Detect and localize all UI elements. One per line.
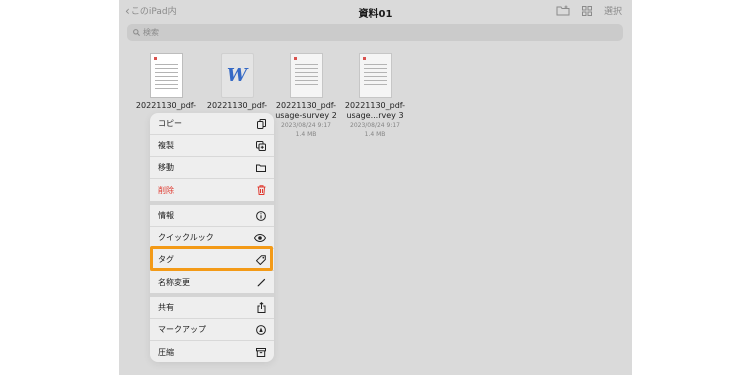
file-name: 20221130_pdf-usage...rvey 3 <box>344 101 406 120</box>
menu-item-copy[interactable]: コピー <box>150 113 274 135</box>
archive-icon <box>256 347 266 357</box>
tag-icon <box>256 254 266 265</box>
word-document-icon: W <box>220 53 254 98</box>
duplicate-icon <box>256 140 266 151</box>
file-item[interactable]: 20221130_pdf-usage-survey 2 2023/08/24 9… <box>266 53 346 139</box>
file-size: 1.4 MB <box>295 131 317 138</box>
search-icon <box>133 29 140 36</box>
share-icon <box>257 302 266 313</box>
file-date: 2023/08/24 9:17 <box>350 122 400 129</box>
file-item[interactable]: W 20221130_pdf- <box>197 53 277 111</box>
folder-icon <box>256 164 266 172</box>
pencil-icon <box>257 278 266 286</box>
pdf-thumbnail <box>289 53 323 98</box>
eye-icon <box>254 233 266 242</box>
grid-view-icon[interactable] <box>581 5 592 16</box>
menu-item-markup[interactable]: マークアップ <box>150 319 274 341</box>
navigation-bar: ‹ このiPad内 資料01 選択 <box>119 0 632 22</box>
new-folder-icon[interactable] <box>556 5 570 16</box>
select-button[interactable]: 選択 <box>604 4 622 17</box>
menu-item-quicklook[interactable]: クイックルック <box>150 227 274 249</box>
info-icon <box>256 210 266 221</box>
trash-icon <box>257 185 266 195</box>
file-name: 20221130_pdf-usage-survey 2 <box>275 101 337 120</box>
context-menu: コピー 複製 移動 削除 情報 クイックルック タグ 名称変更 共有 マークアッ… <box>150 113 274 362</box>
menu-item-rename[interactable]: 名称変更 <box>150 271 274 293</box>
menu-item-move[interactable]: 移動 <box>150 157 274 179</box>
menu-item-tag[interactable]: タグ <box>150 249 274 271</box>
copy-icon <box>257 118 266 129</box>
pdf-thumbnail <box>358 53 392 98</box>
file-size: 1.4 MB <box>364 131 386 138</box>
file-item[interactable]: 20221130_pdf-usage...rvey 3 2023/08/24 9… <box>335 53 415 139</box>
markup-icon <box>256 324 266 335</box>
menu-item-delete[interactable]: 削除 <box>150 179 274 201</box>
pdf-thumbnail <box>149 53 183 98</box>
file-name: 20221130_pdf- <box>206 101 268 110</box>
file-date: 2023/08/24 9:17 <box>281 122 331 129</box>
files-app-window: ‹ このiPad内 資料01 選択 検索 20221130_pdf-us 20 <box>119 0 632 375</box>
menu-item-duplicate[interactable]: 複製 <box>150 135 274 157</box>
menu-item-share[interactable]: 共有 <box>150 297 274 319</box>
menu-item-compress[interactable]: 圧縮 <box>150 341 274 362</box>
search-field[interactable]: 検索 <box>127 24 623 41</box>
search-placeholder: 検索 <box>143 28 159 37</box>
menu-item-info[interactable]: 情報 <box>150 205 274 227</box>
